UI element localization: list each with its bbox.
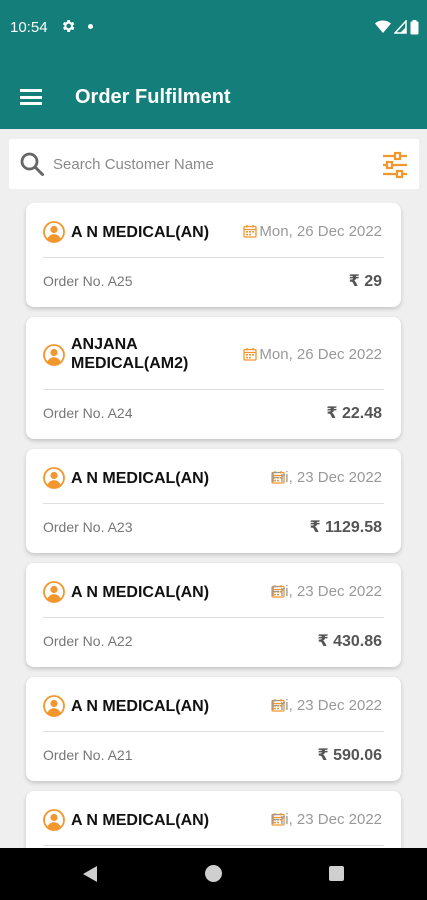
order-card-header: A N MEDICAL(AN) Fri, 23 Dec 2022 xyxy=(26,449,401,503)
order-list: A N MEDICAL(AN) Mon, 26 Dec 2022 Order No.… xyxy=(0,203,427,848)
settings-icon xyxy=(62,20,75,32)
customer-name: A N MEDICAL(AN) xyxy=(71,812,210,829)
card-divider xyxy=(43,617,384,618)
order-number: Order No. A24 xyxy=(43,405,133,421)
order-amount: ₹ 590.06 xyxy=(317,747,382,764)
order-card-header: A N MEDICAL(AN) Fri, 23 Dec 2022 xyxy=(26,677,401,731)
order-card[interactable]: A N MEDICAL(AN) Fri, 23 Dec 2022 Order No.… xyxy=(26,677,401,781)
app-screen: 10:54 Order Fulfilment Search Customer N… xyxy=(0,0,427,900)
order-number: Order No. A25 xyxy=(43,273,133,289)
search-input[interactable] xyxy=(53,149,373,179)
order-card-header: A N MEDICAL(AN) Mon, 26 Dec 2022 xyxy=(26,203,401,257)
order-date: Fri, 23 Dec 2022 xyxy=(271,696,382,714)
order-card-header: A N MEDICAL(AN) Fri, 23 Dec 2022 xyxy=(26,791,401,845)
status-bar: 10:54 xyxy=(0,0,427,56)
order-amount: ₹ 29 xyxy=(348,273,382,290)
filter-sliders-icon[interactable] xyxy=(381,151,409,179)
signal-icon xyxy=(394,20,407,34)
customer-name: A N MEDICAL(AN) xyxy=(71,470,210,487)
status-time: 10:54 xyxy=(10,19,48,36)
battery-icon xyxy=(410,19,419,34)
search-bar xyxy=(9,139,419,189)
customer-icon xyxy=(43,221,65,243)
system-nav-bar xyxy=(0,848,427,900)
order-amount: ₹ 430.86 xyxy=(317,633,382,650)
order-date: Mon, 26 Dec 2022 xyxy=(259,222,382,240)
customer-name: A N MEDICAL(AN) xyxy=(71,224,210,241)
order-card-header: A N MEDICAL(AN) Fri, 23 Dec 2022 xyxy=(26,563,401,617)
order-card[interactable]: A N MEDICAL(AN) Fri, 23 Dec 2022 xyxy=(26,791,401,848)
customer-name: ANJANA MEDICAL(AM2) xyxy=(71,336,189,372)
order-amount: ₹ 1129.58 xyxy=(309,519,382,536)
search-icon xyxy=(20,152,44,176)
customer-icon xyxy=(43,809,65,831)
customer-icon xyxy=(43,695,65,717)
order-card[interactable]: A N MEDICAL(AN) Fri, 23 Dec 2022 Order No.… xyxy=(26,563,401,667)
app-bar: Order Fulfilment xyxy=(0,56,427,129)
calendar-icon xyxy=(243,225,257,238)
card-divider xyxy=(43,503,384,504)
customer-name: A N MEDICAL(AN) xyxy=(71,584,210,601)
order-card[interactable]: A N MEDICAL(AN) Mon, 26 Dec 2022 Order No.… xyxy=(26,203,401,307)
order-card-header: ANJANA MEDICAL(AM2) Mon, 26 Dec 2022 xyxy=(26,317,401,389)
hamburger-menu-icon[interactable] xyxy=(20,89,42,105)
card-divider xyxy=(43,257,384,258)
order-date: Mon, 26 Dec 2022 xyxy=(259,345,382,363)
home-icon[interactable] xyxy=(205,865,222,882)
notification-dot-icon xyxy=(88,24,93,29)
customer-icon xyxy=(43,344,65,366)
recents-icon[interactable] xyxy=(329,866,344,881)
back-icon[interactable] xyxy=(82,865,98,883)
order-date: Fri, 23 Dec 2022 xyxy=(271,810,382,828)
order-card[interactable]: A N MEDICAL(AN) Fri, 23 Dec 2022 Order No.… xyxy=(26,449,401,553)
card-divider xyxy=(43,389,384,390)
calendar-icon xyxy=(243,348,257,361)
order-number: Order No. A23 xyxy=(43,519,133,535)
order-date: Fri, 23 Dec 2022 xyxy=(271,582,382,600)
card-divider xyxy=(43,845,384,846)
customer-icon xyxy=(43,467,65,489)
status-icons xyxy=(375,18,419,36)
order-amount: ₹ 22.48 xyxy=(326,405,382,422)
order-number: Order No. A21 xyxy=(43,747,133,763)
customer-name: A N MEDICAL(AN) xyxy=(71,698,210,715)
order-card[interactable]: ANJANA MEDICAL(AM2) Mon, 26 Dec 2022 Order… xyxy=(26,317,401,439)
page-title: Order Fulfilment xyxy=(75,86,231,108)
order-number: Order No. A22 xyxy=(43,633,133,649)
wifi-icon xyxy=(375,20,391,33)
order-date: Fri, 23 Dec 2022 xyxy=(271,468,382,486)
customer-icon xyxy=(43,581,65,603)
card-divider xyxy=(43,731,384,732)
